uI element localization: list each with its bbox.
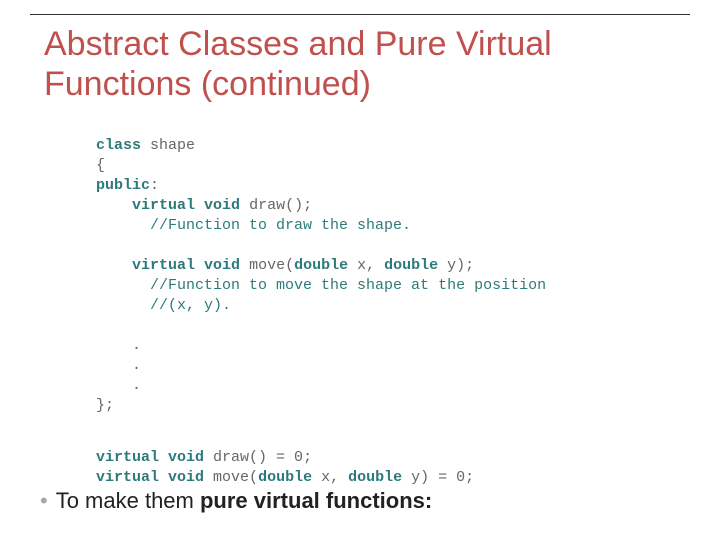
comment-move-1: //Function to move the shape at the posi… [150, 277, 546, 294]
ellipsis-dot: . [132, 337, 141, 354]
brace-close: }; [96, 397, 114, 414]
move-name: move( [204, 469, 258, 486]
keyword-void: void [204, 257, 240, 274]
keyword-double: double [348, 469, 402, 486]
slide-title: Abstract Classes and Pure Virtual Functi… [44, 24, 664, 104]
code-block-pure-virtual: virtual void draw() = 0; virtual void mo… [96, 428, 696, 488]
keyword-double: double [384, 257, 438, 274]
keyword-double: double [258, 469, 312, 486]
colon: : [150, 177, 159, 194]
keyword-void: void [168, 449, 204, 466]
draw-pure: draw() = 0; [204, 449, 312, 466]
top-rule [30, 14, 690, 15]
param-y: y); [438, 257, 474, 274]
code-block-class: class shape { public: virtual void draw(… [96, 116, 656, 416]
move-name: move( [240, 257, 294, 274]
bullet-marker: • [40, 488, 56, 513]
ellipsis-dot: . [132, 357, 141, 374]
ellipsis-dot: . [132, 377, 141, 394]
param-x: x, [348, 257, 384, 274]
bullet-item: •To make them pure virtual functions: [40, 488, 680, 514]
keyword-virtual: virtual [96, 449, 159, 466]
keyword-class: class [96, 137, 141, 154]
bullet-text-pre: To make them [56, 488, 200, 513]
comment-draw: //Function to draw the shape. [150, 217, 411, 234]
param-x: x, [312, 469, 348, 486]
comment-move-2: //(x, y). [150, 297, 231, 314]
class-name: shape [141, 137, 195, 154]
bullet-text-bold: pure virtual functions: [200, 488, 432, 513]
keyword-virtual: virtual [132, 197, 195, 214]
param-y: y) = 0; [402, 469, 474, 486]
draw-decl: draw(); [240, 197, 312, 214]
keyword-virtual: virtual [96, 469, 159, 486]
keyword-public: public [96, 177, 150, 194]
keyword-void: void [204, 197, 240, 214]
brace-open: { [96, 157, 105, 174]
slide: Abstract Classes and Pure Virtual Functi… [0, 0, 720, 540]
keyword-double: double [294, 257, 348, 274]
keyword-void: void [168, 469, 204, 486]
keyword-virtual: virtual [132, 257, 195, 274]
